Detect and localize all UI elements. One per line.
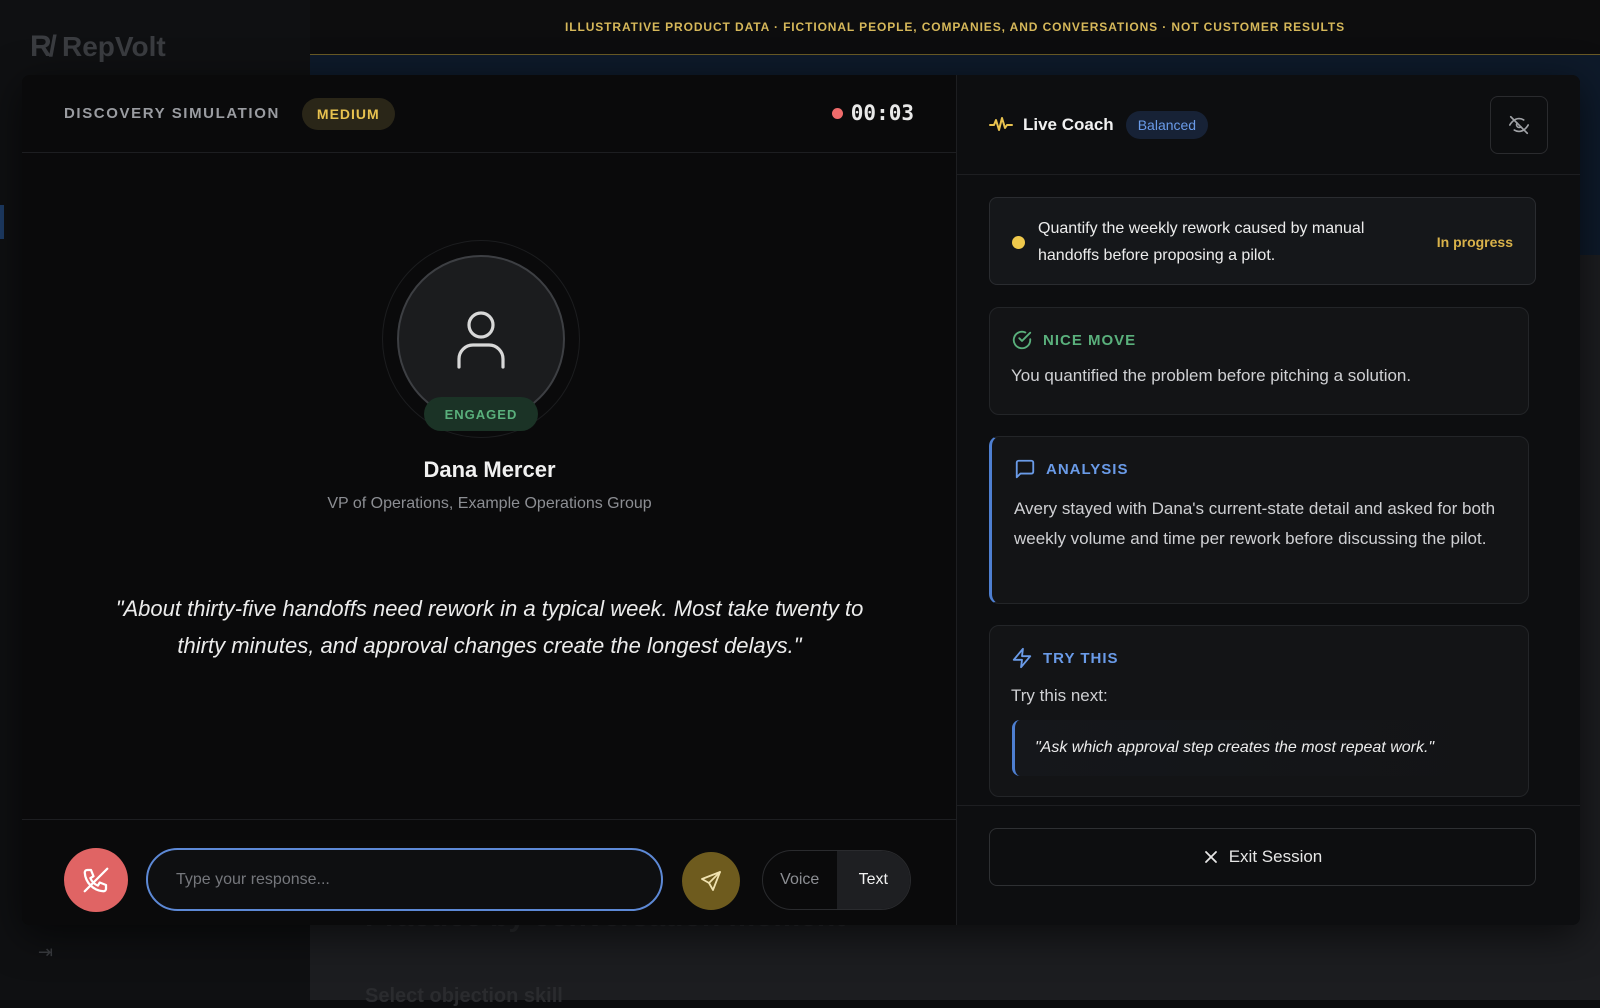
difficulty-badge: MEDIUM (302, 98, 395, 130)
send-button[interactable] (682, 852, 740, 910)
analysis-text: Avery stayed with Dana's current-state d… (1014, 494, 1504, 554)
coach-footer: Exit Session (957, 805, 1580, 925)
try-this-header: TRY THIS (1011, 647, 1119, 669)
try-this-label: TRY THIS (1043, 650, 1119, 667)
hide-coach-button[interactable] (1490, 96, 1548, 154)
persona-name: Dana Mercer (22, 457, 957, 483)
try-this-card: TRY THIS Try this next: "Ask which appro… (989, 625, 1529, 797)
user-icon (453, 307, 509, 371)
coach-mode-badge: Balanced (1126, 111, 1208, 139)
text-mode-button[interactable]: Text (837, 851, 911, 909)
persona-state-badge: ENGAGED (424, 397, 538, 431)
try-this-suggestion: "Ask which approval step creates the mos… (1012, 720, 1502, 776)
logo-icon: R/ (30, 30, 54, 64)
close-icon (1203, 849, 1219, 865)
coach-goal-card: Quantify the weekly rework caused by man… (989, 197, 1536, 285)
analysis-card: ANALYSIS Avery stayed with Dana's curren… (989, 436, 1529, 604)
check-circle-icon (1011, 329, 1033, 351)
recording-dot (832, 108, 843, 119)
simulation-title: DISCOVERY SIMULATION (64, 105, 280, 122)
session-timer: 00:03 (832, 101, 914, 125)
input-mode-toggle: Voice Text (762, 850, 911, 910)
coach-header: Live Coach Balanced (957, 75, 1580, 175)
phone-off-icon (81, 865, 111, 895)
activity-icon (989, 115, 1013, 135)
zap-icon (1011, 647, 1033, 669)
goal-text: Quantify the weekly rework caused by man… (1038, 215, 1423, 269)
nice-move-card: NICE MOVE You quantified the problem bef… (989, 307, 1529, 415)
voice-mode-button[interactable]: Voice (763, 851, 837, 909)
response-input[interactable] (146, 848, 663, 911)
nice-move-text: You quantified the problem before pitchi… (1011, 366, 1411, 386)
simulation-panel: DISCOVERY SIMULATION MEDIUM 00:03 ENGAGE… (22, 75, 957, 925)
nice-move-label: NICE MOVE (1043, 332, 1136, 349)
logo-text: RepVolt (62, 31, 166, 63)
eye-off-icon (1508, 114, 1530, 136)
goal-status: In progress (1437, 234, 1513, 250)
disclaimer-text: ILLUSTRATIVE PRODUCT DATA · FICTIONAL PE… (565, 20, 1345, 34)
analysis-label: ANALYSIS (1046, 461, 1128, 478)
timer-value: 00:03 (851, 101, 914, 125)
persona-role: VP of Operations, Example Operations Gro… (22, 495, 957, 513)
background-subheading: Select objection skill (365, 985, 563, 1008)
analysis-header: ANALYSIS (1014, 458, 1128, 480)
send-icon (699, 869, 723, 893)
response-bar: Voice Text (22, 819, 956, 925)
exit-session-label: Exit Session (1229, 847, 1323, 867)
persona-utterance: "About thirty-five handoffs need rework … (102, 590, 877, 664)
live-coach-panel: Live Coach Balanced Quantify the weekly … (957, 75, 1580, 925)
app-logo: R/ RepVolt (30, 30, 166, 64)
logout-icon: ⇥ (38, 942, 53, 963)
simulation-header: DISCOVERY SIMULATION MEDIUM 00:03 (22, 75, 956, 153)
try-this-lead: Try this next: (1011, 686, 1108, 706)
exit-session-button[interactable]: Exit Session (989, 828, 1536, 886)
end-call-button[interactable] (64, 848, 128, 912)
coach-title: Live Coach (1023, 115, 1114, 135)
disclaimer-banner: ILLUSTRATIVE PRODUCT DATA · FICTIONAL PE… (310, 0, 1600, 55)
goal-status-dot (1012, 236, 1025, 249)
simulation-modal: DISCOVERY SIMULATION MEDIUM 00:03 ENGAGE… (22, 75, 1580, 925)
sidebar-active-indicator (0, 205, 4, 239)
nice-move-header: NICE MOVE (1011, 329, 1136, 351)
message-square-icon (1014, 458, 1036, 480)
